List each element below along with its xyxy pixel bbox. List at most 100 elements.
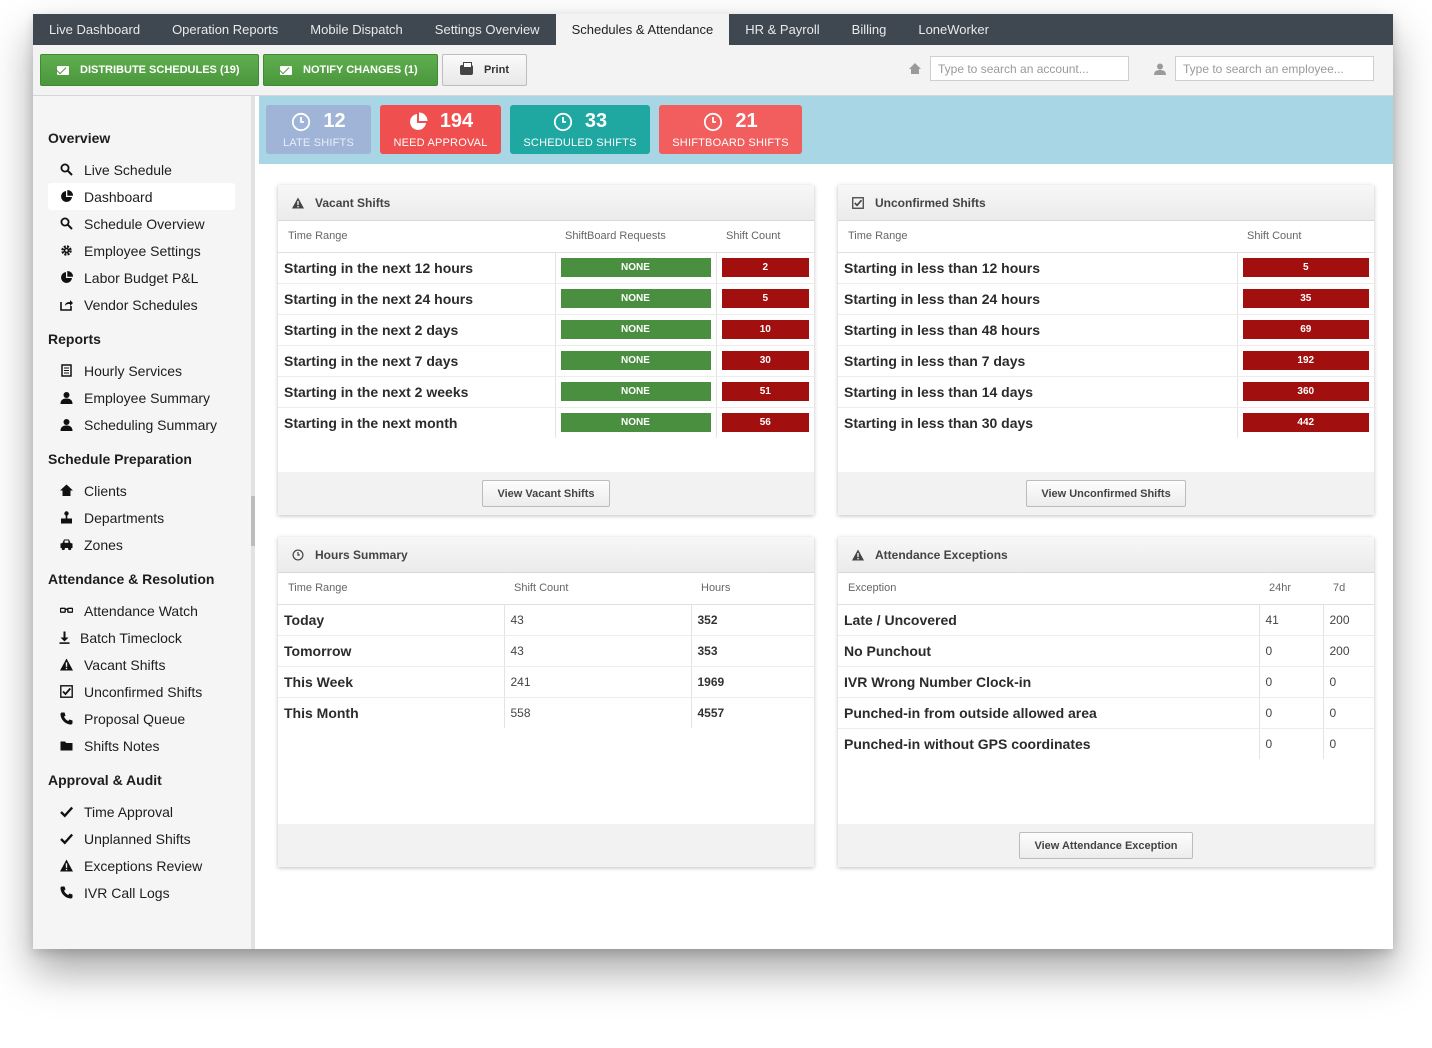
account-search-input[interactable]: [930, 56, 1129, 81]
kpi-scheduled-shifts[interactable]: 33 SCHEDULED SHIFTS: [510, 105, 650, 154]
sidebar-item-schedule-overview[interactable]: Schedule Overview: [48, 210, 235, 237]
view-vacant-shifts-button[interactable]: View Vacant Shifts: [482, 480, 610, 507]
sidebar-item-batch-timeclock[interactable]: Batch Timeclock: [48, 624, 235, 651]
panel-title: Unconfirmed Shifts: [875, 195, 986, 210]
print-button[interactable]: Print: [442, 54, 527, 86]
requests-badge: NONE: [560, 382, 711, 401]
sidebar-item-label: Departments: [84, 509, 165, 526]
sidebar-scrollbar[interactable]: [251, 496, 255, 546]
tab-loneworker[interactable]: LoneWorker: [902, 14, 1005, 45]
sidebar-item-live-schedule[interactable]: Live Schedule: [48, 156, 235, 183]
count-badge[interactable]: 192: [1242, 351, 1369, 370]
kpi-value: 194: [439, 110, 474, 132]
sidebar-item-vacant-shifts[interactable]: Vacant Shifts: [48, 651, 235, 678]
time-range-cell: Starting in less than 30 days: [838, 407, 1238, 438]
distribute-schedules-button[interactable]: DISTRIBUTE SCHEDULES (19): [40, 54, 259, 86]
count-badge[interactable]: 2: [721, 258, 809, 277]
exception-name-cell: Late / Uncovered: [838, 604, 1260, 636]
table-row[interactable]: Starting in less than 48 hours 69: [838, 314, 1374, 346]
table-row[interactable]: This Week 241 1969: [278, 666, 814, 698]
table-row[interactable]: Punched-in without GPS coordinates 0 0: [838, 728, 1374, 759]
sidebar: Overview Live Schedule Dashboard Schedul…: [33, 96, 255, 949]
sidebar-item-clients[interactable]: Clients: [48, 477, 235, 504]
count-badge[interactable]: 35: [1242, 289, 1369, 308]
count-badge[interactable]: 56: [721, 413, 809, 433]
kpi-shiftboard-shifts[interactable]: 21 SHIFTBOARD SHIFTS: [659, 105, 802, 154]
sidebar-item-exceptions-review[interactable]: Exceptions Review: [48, 852, 235, 879]
sidebar-item-shifts-notes[interactable]: Shifts Notes: [48, 732, 235, 759]
count-badge[interactable]: 69: [1242, 320, 1369, 339]
table-row[interactable]: Starting in the next 2 days NONE 10: [278, 314, 814, 346]
car-icon: [60, 538, 73, 551]
table-row[interactable]: This Month 558 4557: [278, 697, 814, 728]
table-row[interactable]: Starting in the next 2 weeks NONE 51: [278, 376, 814, 408]
sidebar-item-label: Unconfirmed Shifts: [84, 683, 203, 700]
sidebar-item-proposal-queue[interactable]: Proposal Queue: [48, 705, 235, 732]
table-row[interactable]: Starting in less than 12 hours 5: [838, 252, 1374, 284]
sidebar-item-label: Proposal Queue: [84, 710, 186, 727]
table-row[interactable]: Starting in less than 24 hours 35: [838, 283, 1374, 315]
table-row[interactable]: IVR Wrong Number Clock-in 0 0: [838, 666, 1374, 698]
sidebar-item-scheduling-summary[interactable]: Scheduling Summary: [48, 411, 235, 438]
pie-chart-icon: [60, 190, 73, 203]
sidebar-item-employee-summary[interactable]: Employee Summary: [48, 384, 235, 411]
vacant-shifts-panel: Vacant Shifts Time Range ShiftBoard Requ…: [278, 185, 814, 515]
sidebar-item-employee-settings[interactable]: Employee Settings: [48, 237, 235, 264]
table-row[interactable]: Starting in the next 12 hours NONE 2: [278, 252, 814, 284]
document-icon: [60, 364, 73, 377]
exception-name-cell: Punched-in without GPS coordinates: [838, 728, 1260, 759]
notify-changes-button[interactable]: NOTIFY CHANGES (1): [263, 54, 438, 86]
count-badge[interactable]: 5: [1242, 258, 1369, 277]
table-row[interactable]: Starting in less than 14 days 360: [838, 376, 1374, 408]
table-row[interactable]: Punched-in from outside allowed area 0 0: [838, 697, 1374, 729]
sidebar-item-time-approval[interactable]: Time Approval: [48, 798, 235, 825]
table-row[interactable]: Starting in less than 7 days 192: [838, 345, 1374, 377]
exception-name-cell: IVR Wrong Number Clock-in: [838, 666, 1260, 698]
view-attendance-exception-button[interactable]: View Attendance Exception: [1019, 832, 1193, 859]
tab-live-dashboard[interactable]: Live Dashboard: [33, 14, 156, 45]
kpi-late-shifts[interactable]: 12 LATE SHIFTS: [266, 105, 371, 154]
tab-hr-payroll[interactable]: HR & Payroll: [729, 14, 835, 45]
table-row[interactable]: Starting in the next 7 days NONE 30: [278, 345, 814, 377]
panel-footer: View Vacant Shifts: [278, 472, 814, 515]
kpi-label: SHIFTBOARD SHIFTS: [672, 137, 789, 149]
table-row[interactable]: Starting in less than 30 days 442: [838, 407, 1374, 438]
sidebar-item-hourly-services[interactable]: Hourly Services: [48, 357, 235, 384]
panel-title: Attendance Exceptions: [875, 547, 1008, 562]
panel-header: Vacant Shifts: [278, 185, 814, 221]
column-header: Hours: [691, 573, 814, 605]
table-row[interactable]: Tomorrow 43 353: [278, 635, 814, 667]
tab-billing[interactable]: Billing: [836, 14, 903, 45]
count-badge[interactable]: 30: [721, 351, 809, 370]
sidebar-item-ivr-call-logs[interactable]: IVR Call Logs: [48, 879, 235, 906]
time-range-cell: Starting in the next 7 days: [278, 345, 556, 377]
tab-settings-overview[interactable]: Settings Overview: [419, 14, 556, 45]
hours-cell: 352: [691, 604, 814, 636]
count-7d-cell: 200: [1323, 604, 1374, 636]
tab-schedules-attendance[interactable]: Schedules & Attendance: [555, 14, 730, 45]
sidebar-item-labor-budget[interactable]: Labor Budget P&L: [48, 264, 235, 291]
count-badge[interactable]: 10: [721, 320, 809, 339]
table-row[interactable]: Late / Uncovered 41 200: [838, 604, 1374, 636]
kpi-need-approval[interactable]: 194 NEED APPROVAL: [380, 105, 501, 154]
count-badge[interactable]: 360: [1242, 382, 1369, 401]
count-badge[interactable]: 5: [721, 289, 809, 308]
sidebar-item-attendance-watch[interactable]: Attendance Watch: [48, 597, 235, 624]
employee-search-input[interactable]: [1175, 56, 1374, 81]
sidebar-item-dashboard[interactable]: Dashboard: [48, 183, 235, 210]
tab-mobile-dispatch[interactable]: Mobile Dispatch: [294, 14, 419, 45]
sidebar-item-zones[interactable]: Zones: [48, 531, 235, 558]
count-badge[interactable]: 51: [721, 382, 809, 401]
tab-operation-reports[interactable]: Operation Reports: [156, 14, 294, 45]
sidebar-item-vendor-schedules[interactable]: Vendor Schedules: [48, 291, 235, 318]
sidebar-item-departments[interactable]: Departments: [48, 504, 235, 531]
count-badge[interactable]: 442: [1242, 413, 1369, 433]
sidebar-item-unplanned-shifts[interactable]: Unplanned Shifts: [48, 825, 235, 852]
sidebar-item-unconfirmed-shifts[interactable]: Unconfirmed Shifts: [48, 678, 235, 705]
table-row[interactable]: Starting in the next month NONE 56: [278, 407, 814, 438]
view-unconfirmed-shifts-button[interactable]: View Unconfirmed Shifts: [1026, 480, 1186, 507]
table-row[interactable]: No Punchout 0 200: [838, 635, 1374, 667]
table-row[interactable]: Today 43 352: [278, 604, 814, 636]
warning-icon: [60, 859, 73, 872]
table-row[interactable]: Starting in the next 24 hours NONE 5: [278, 283, 814, 315]
